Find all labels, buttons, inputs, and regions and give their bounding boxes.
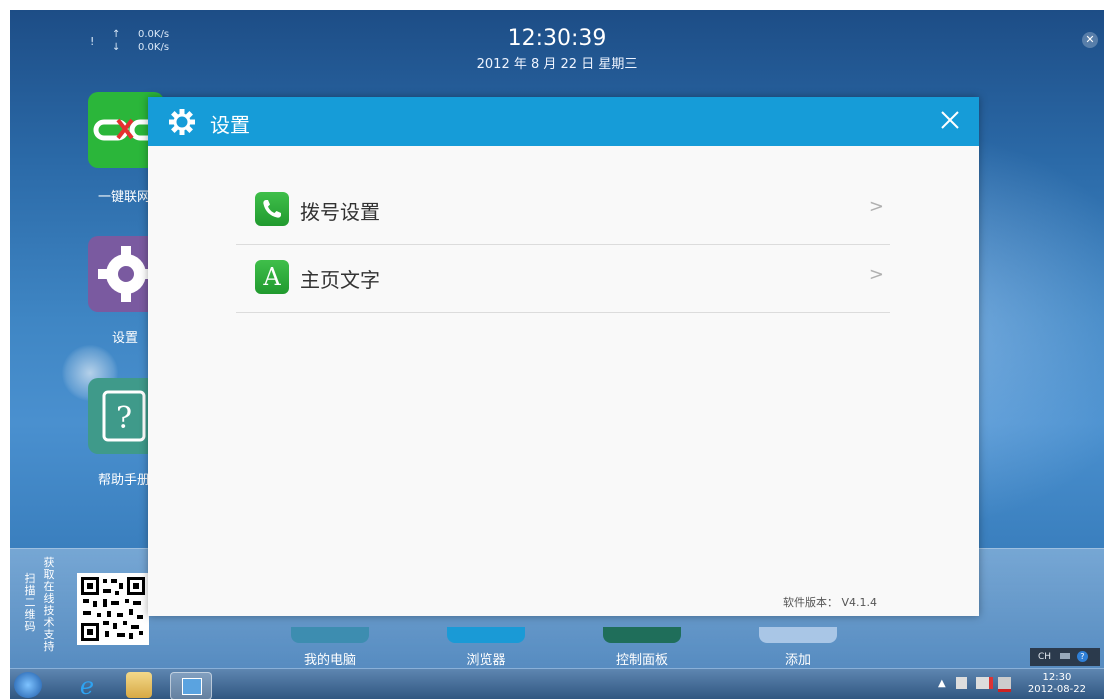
chevron-right-icon: > bbox=[868, 264, 884, 285]
scan-qr-caption: 扫描二维码 bbox=[24, 572, 36, 633]
dock-label-my-computer[interactable]: 我的电脑 bbox=[275, 649, 385, 668]
browser-tile[interactable] bbox=[447, 627, 525, 643]
desktop-close-icon[interactable]: ✕ bbox=[1082, 32, 1098, 48]
settings-item-label: 拨号设置 bbox=[300, 200, 380, 224]
gear-icon bbox=[169, 109, 195, 135]
tech-support-caption: 获取在线技术支持 bbox=[43, 556, 55, 653]
start-button-icon[interactable] bbox=[14, 672, 42, 698]
dock-label-browser[interactable]: 浏览器 bbox=[431, 649, 541, 668]
phone-icon bbox=[255, 192, 289, 226]
ie-icon: e bbox=[80, 672, 94, 699]
help-circle-icon[interactable]: ? bbox=[1076, 651, 1088, 662]
tray-clock[interactable]: 12:30 2012-08-22 bbox=[1028, 672, 1086, 696]
tile-label-help: 帮助手册 bbox=[98, 473, 151, 488]
my-computer-tile[interactable] bbox=[291, 627, 369, 643]
dock-label-add[interactable]: 添加 bbox=[743, 649, 853, 668]
svg-text:?: ? bbox=[116, 401, 132, 436]
control-panel-tile[interactable] bbox=[603, 627, 681, 643]
ie-browser-icon[interactable]: e bbox=[72, 672, 102, 699]
settings-item-homepage-text[interactable]: A 主页文字 > bbox=[236, 244, 890, 313]
close-icon[interactable] bbox=[939, 109, 961, 131]
letter-a-icon: A bbox=[255, 260, 289, 294]
language-indicator: CH bbox=[1038, 652, 1052, 662]
network-disconnected-icon[interactable] bbox=[998, 677, 1011, 692]
taskbar: e ▲ 12:30 2012-08-22 bbox=[10, 668, 1104, 699]
tile-label-network: 一键联网 bbox=[98, 190, 151, 205]
language-bar[interactable]: CH ? bbox=[1030, 648, 1100, 666]
tray-date: 2012-08-22 bbox=[1027, 684, 1086, 695]
monitor-icon bbox=[182, 678, 202, 695]
clock-date: 2012 年 8 月 22 日 星期三 bbox=[476, 57, 638, 72]
svg-text:e: e bbox=[80, 672, 94, 698]
settings-item-dial[interactable]: 拨号设置 > bbox=[236, 176, 890, 245]
qr-code bbox=[77, 573, 149, 645]
dialog-header: 设置 bbox=[148, 97, 979, 146]
chevron-right-icon: > bbox=[868, 196, 884, 217]
software-version: 软件版本： V4.1.4 bbox=[782, 596, 877, 609]
tray-expand-icon[interactable]: ▲ bbox=[938, 678, 946, 689]
desktop-clock: 12:30:39 2012 年 8 月 22 日 星期三 bbox=[10, 26, 1104, 72]
action-center-icon[interactable] bbox=[956, 677, 967, 689]
dock-label-control-panel[interactable]: 控制面板 bbox=[587, 649, 697, 668]
dialog-title: 设置 bbox=[210, 113, 250, 137]
tray-time: 12:30 bbox=[1042, 672, 1072, 683]
app-window-icon[interactable] bbox=[170, 672, 212, 699]
settings-item-label: 主页文字 bbox=[300, 268, 380, 292]
volume-muted-icon[interactable] bbox=[976, 677, 993, 689]
qr-code-icon bbox=[81, 577, 145, 641]
file-explorer-icon[interactable] bbox=[126, 672, 152, 698]
keyboard-icon bbox=[1059, 653, 1070, 659]
letter-a-glyph: A bbox=[263, 263, 281, 291]
tile-label-settings: 设置 bbox=[112, 331, 139, 346]
settings-dialog: 设置 拨号设置 > A 主页文字 > 软件版本： V4.1.4 bbox=[148, 97, 979, 616]
clock-time: 12:30:39 bbox=[507, 26, 607, 51]
add-tile[interactable] bbox=[759, 627, 837, 643]
